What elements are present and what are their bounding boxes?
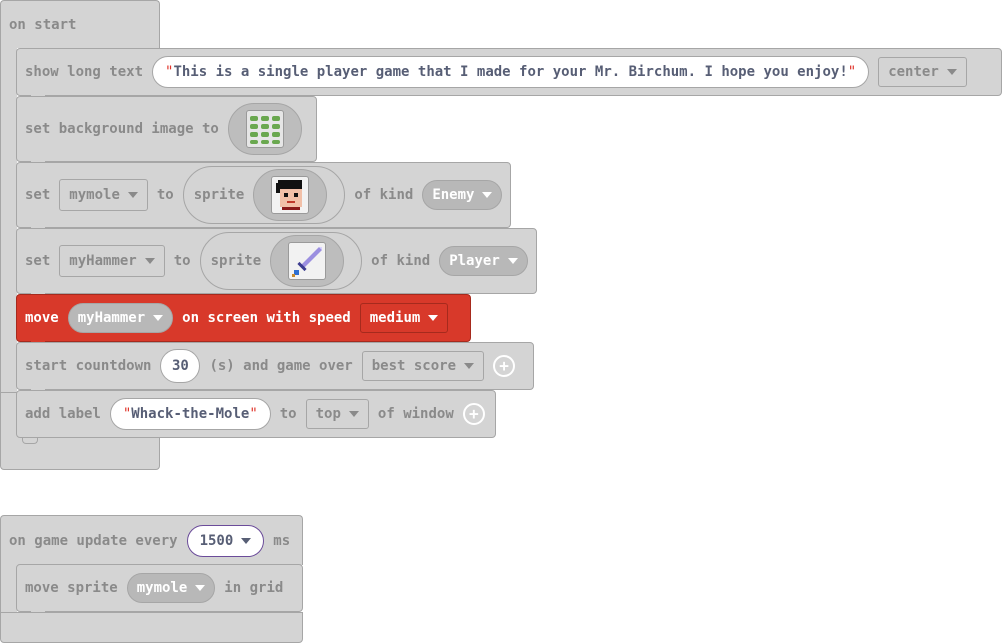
sprite-label: sprite: [193, 187, 245, 203]
mymole-image-picker[interactable]: [253, 169, 328, 221]
set-myhammer-block[interactable]: set myHammer to sprite of kind Player: [16, 228, 537, 294]
background-image-picker[interactable]: [227, 103, 302, 155]
add-label-block[interactable]: add label " Whack-the-Mole " to top of w…: [16, 390, 496, 438]
set-background-label: set background image to: [25, 121, 219, 137]
myhammer-variable-dropdown[interactable]: myHammer: [59, 245, 165, 277]
game-over-mode-dropdown[interactable]: best score: [361, 351, 485, 381]
of-kind-label: of kind: [371, 253, 431, 269]
on-start-notch: [22, 438, 38, 444]
player-kind-dropdown[interactable]: Player: [439, 246, 528, 276]
chevron-down-icon: [127, 192, 138, 198]
on-update-cap: [0, 612, 303, 643]
move-sprite-in-grid-block[interactable]: move sprite mymole in grid: [16, 564, 303, 612]
add-plus-icon[interactable]: +: [493, 355, 516, 377]
speed-dropdown[interactable]: medium: [359, 303, 449, 333]
of-window-label: of window: [377, 406, 454, 422]
chevron-down-icon: [348, 411, 359, 417]
show-long-text-block[interactable]: show long text " This is a single player…: [16, 48, 1002, 96]
set-mymole-block[interactable]: set mymole to sprite of kind Enemy: [16, 162, 511, 228]
long-text-input[interactable]: " This is a single player game that I ma…: [152, 56, 870, 88]
set-label: set: [25, 187, 51, 203]
start-countdown-block[interactable]: start countdown 30 (s) and game over bes…: [16, 342, 534, 390]
to-label: to: [279, 406, 297, 422]
chevron-down-icon: [144, 258, 155, 264]
countdown-seconds-input[interactable]: 30: [160, 349, 201, 383]
countdown-middle-label: (s) and game over: [209, 358, 353, 374]
set-background-block[interactable]: set background image to: [16, 96, 317, 162]
sprite-label: sprite: [210, 253, 262, 269]
pixel-sword-icon: [288, 242, 327, 280]
move-sprite-variable-dropdown[interactable]: mymole: [126, 573, 216, 603]
to-label: to: [173, 253, 191, 269]
on-start-hat[interactable]: on start: [0, 0, 160, 48]
on-game-update-hat[interactable]: on game update every 1500 ms: [0, 515, 303, 565]
chevron-down-icon: [195, 585, 206, 591]
set-label: set: [25, 253, 51, 269]
chevron-down-icon: [153, 315, 164, 321]
interval-unit-label: ms: [273, 532, 291, 549]
chevron-down-icon: [428, 315, 439, 321]
chevron-down-icon: [507, 258, 518, 264]
chevron-down-icon: [946, 69, 957, 75]
mole-holes-grid-icon: [245, 110, 284, 148]
interval-dropdown[interactable]: 1500: [186, 524, 265, 557]
pixel-face-icon: [271, 176, 310, 214]
enemy-kind-dropdown[interactable]: Enemy: [422, 180, 503, 210]
on-start-label: on start: [9, 16, 77, 33]
myhammer-image-picker[interactable]: [270, 235, 345, 287]
chevron-down-icon: [464, 363, 475, 369]
to-label: to: [156, 187, 174, 203]
myhammer-sprite-reporter[interactable]: sprite: [199, 232, 363, 290]
of-kind-label: of kind: [354, 187, 414, 203]
move-with-buttons-block[interactable]: move myHammer on screen with speed mediu…: [16, 294, 471, 342]
label-position-dropdown[interactable]: top: [305, 399, 369, 429]
move-variable-dropdown[interactable]: myHammer: [67, 303, 174, 333]
move-label: move: [25, 310, 59, 326]
on-start-spine: [0, 47, 17, 392]
label-text-value: Whack-the-Mole: [131, 406, 250, 422]
chevron-down-icon: [241, 537, 252, 544]
on-update-spine: [0, 564, 17, 613]
move-speed-label: on screen with speed: [182, 310, 351, 326]
in-grid-label: in grid: [224, 580, 284, 596]
add-plus-icon[interactable]: +: [462, 403, 485, 425]
long-text-value: This is a single player game that I made…: [173, 64, 848, 80]
mymole-sprite-reporter[interactable]: sprite: [182, 166, 346, 224]
show-long-text-label: show long text: [25, 64, 144, 80]
add-label-label: add label: [25, 406, 101, 422]
countdown-label: start countdown: [25, 358, 152, 374]
label-text-input[interactable]: " Whack-the-Mole ": [109, 398, 271, 430]
text-position-dropdown[interactable]: center: [878, 57, 967, 87]
chevron-down-icon: [482, 192, 493, 198]
move-sprite-label: move sprite: [25, 580, 118, 596]
mymole-variable-dropdown[interactable]: mymole: [59, 179, 148, 211]
on-update-label: on game update every: [9, 532, 178, 549]
